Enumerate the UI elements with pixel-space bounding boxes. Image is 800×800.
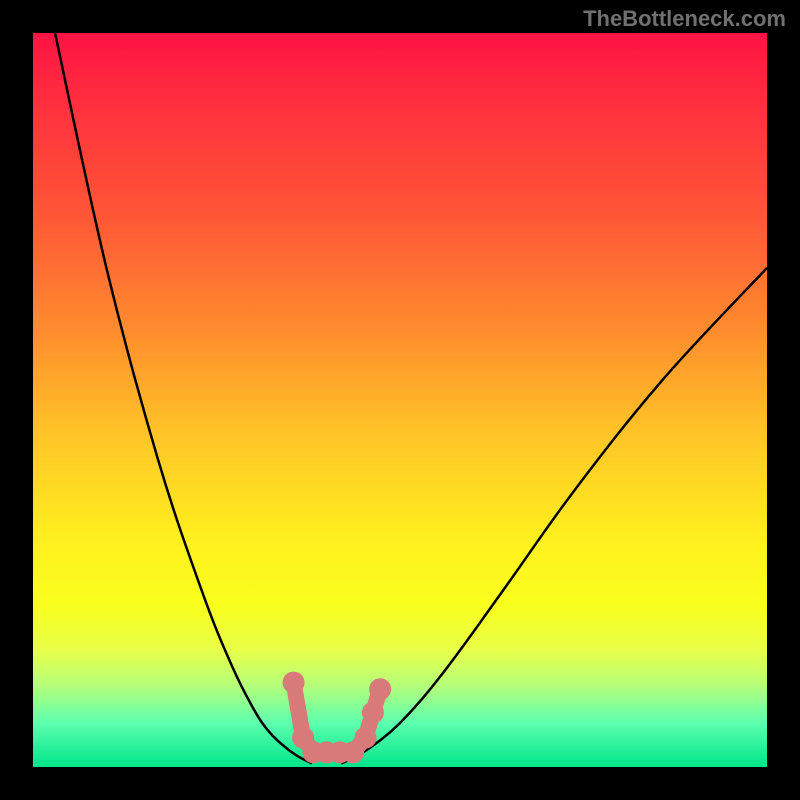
chart-svg xyxy=(33,33,767,767)
right-curve-path xyxy=(341,268,767,763)
marker-dot xyxy=(369,678,391,700)
marker-dot xyxy=(362,702,384,724)
watermark-label: TheBottleneck.com xyxy=(583,6,786,32)
marker-dot xyxy=(283,672,305,694)
chart-plot-area xyxy=(33,33,767,767)
left-curve-path xyxy=(55,33,312,763)
marker-dot xyxy=(355,727,377,749)
